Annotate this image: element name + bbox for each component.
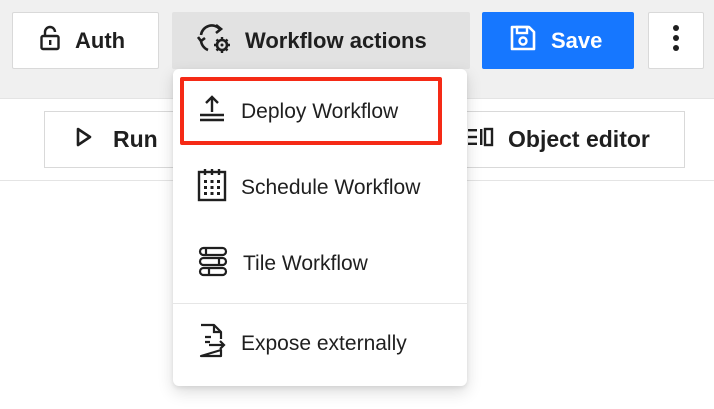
file-export-icon — [197, 323, 227, 365]
menu-item-label: Deploy Workflow — [241, 100, 399, 123]
menu-item-schedule-workflow[interactable]: Schedule Workflow — [173, 153, 467, 223]
menu-item-deploy-workflow[interactable]: Deploy Workflow — [173, 77, 467, 147]
save-button[interactable]: Save — [482, 12, 634, 69]
auth-label: Auth — [75, 27, 126, 53]
save-label: Save — [551, 27, 603, 53]
unlock-icon — [39, 25, 61, 57]
floppy-disk-icon — [509, 24, 537, 58]
run-label: Run — [113, 126, 158, 152]
calendar-icon — [197, 168, 227, 208]
menu-item-label: Tile Workflow — [243, 252, 368, 275]
object-editor-icon — [466, 126, 494, 154]
upload-icon — [197, 94, 227, 130]
workflow-actions-menu: Deploy Workflow Schedule Workflow Tile W… — [173, 69, 467, 386]
menu-item-label: Schedule Workflow — [241, 176, 421, 199]
more-vertical-icon — [672, 24, 680, 58]
menu-divider — [173, 303, 467, 304]
object-editor-label: Object editor — [508, 126, 650, 152]
object-editor-button[interactable]: Object editor — [440, 111, 685, 168]
workflow-actions-label: Workflow actions — [245, 27, 427, 53]
workflow-actions-button[interactable]: Workflow actions — [172, 12, 470, 69]
more-options-button[interactable] — [648, 12, 704, 69]
refresh-gear-icon — [196, 22, 231, 60]
auth-button[interactable]: Auth — [12, 12, 159, 69]
play-icon — [75, 126, 93, 154]
menu-item-expose-externally[interactable]: Expose externally — [173, 309, 467, 379]
menu-item-label: Expose externally — [241, 332, 407, 355]
tile-icon — [197, 245, 229, 283]
menu-item-tile-workflow[interactable]: Tile Workflow — [173, 229, 467, 299]
run-button[interactable]: Run — [44, 111, 184, 168]
